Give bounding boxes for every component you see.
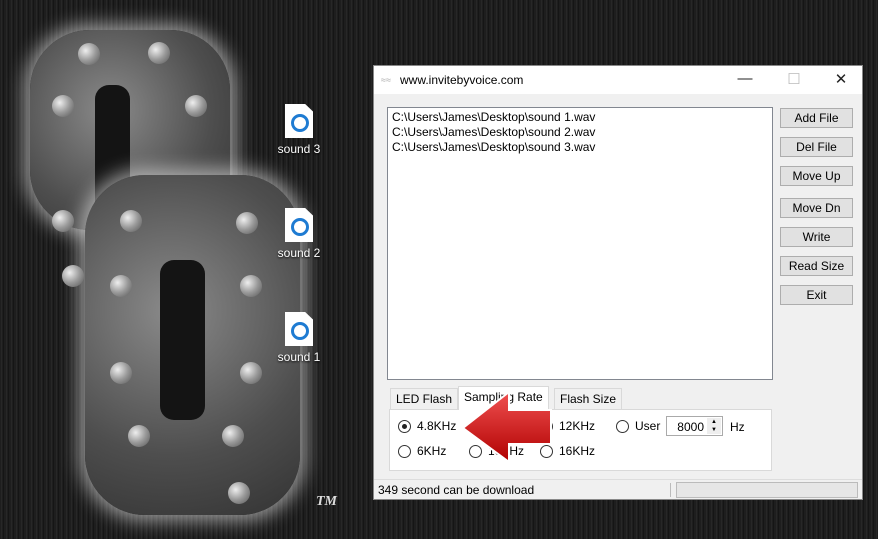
radio-6khz[interactable]: 6KHz bbox=[398, 444, 446, 458]
del-file-button[interactable]: Del File bbox=[780, 137, 853, 157]
write-button[interactable]: Write bbox=[780, 227, 853, 247]
user-rate-stepper[interactable]: 8000 ▲ ▼ bbox=[666, 416, 723, 436]
title-bar: ≈≈ www.invitebyvoice.com — ☐ ✕ bbox=[374, 66, 862, 94]
radio-label: 4.8KHz bbox=[417, 419, 457, 433]
desktop-icon-sound-2[interactable]: sound 2 bbox=[264, 208, 334, 260]
maximize-button[interactable]: ☐ bbox=[779, 70, 809, 88]
desktop-icon-sound-1[interactable]: sound 1 bbox=[264, 312, 334, 364]
stepper-value: 8000 bbox=[677, 420, 704, 434]
progress-bar bbox=[676, 482, 858, 498]
trademark: TM bbox=[316, 494, 337, 509]
icon-label: sound 1 bbox=[277, 350, 321, 364]
sampling-rate-panel: 4.8KHz 12KHz User 8000▲▼ Hz 6KHz 10KHz 1… bbox=[389, 409, 772, 471]
add-file-button[interactable]: Add File bbox=[780, 108, 853, 128]
radio-label: 6KHz bbox=[417, 444, 447, 458]
unit-label: Hz bbox=[730, 420, 745, 434]
close-button[interactable]: ✕ bbox=[826, 70, 856, 88]
spin-arrows[interactable]: ▲ ▼ bbox=[707, 418, 721, 434]
move-up-button[interactable]: Move Up bbox=[780, 166, 853, 186]
list-item[interactable]: C:\Users\James\Desktop\sound 2.wav bbox=[392, 125, 768, 140]
radio-label: User bbox=[635, 419, 661, 433]
read-size-button[interactable]: Read Size bbox=[780, 256, 853, 276]
minimize-button[interactable]: — bbox=[730, 70, 760, 87]
icon-label: sound 3 bbox=[277, 142, 321, 156]
list-item[interactable]: C:\Users\James\Desktop\sound 1.wav bbox=[392, 110, 768, 125]
desktop-icon-sound-3[interactable]: sound 3 bbox=[264, 104, 334, 156]
audio-file-icon bbox=[285, 104, 313, 138]
app-icon: ≈≈ bbox=[381, 75, 391, 85]
radio-user[interactable]: User bbox=[616, 419, 660, 433]
audio-file-icon bbox=[285, 208, 313, 242]
status-bar: 349 second can be download bbox=[374, 479, 862, 500]
window-title: www.invitebyvoice.com bbox=[400, 73, 524, 87]
audio-file-icon bbox=[285, 312, 313, 346]
radio-4-8khz[interactable]: 4.8KHz bbox=[398, 419, 456, 433]
red-arrow-icon bbox=[461, 390, 552, 462]
tab-led-flash[interactable]: LED Flash bbox=[390, 388, 459, 409]
status-text: 349 second can be download bbox=[378, 483, 535, 497]
app-window: ≈≈ www.invitebyvoice.com — ☐ ✕ C:\Users\… bbox=[373, 65, 863, 500]
move-down-button[interactable]: Move Dn bbox=[780, 198, 853, 218]
file-list[interactable]: C:\Users\James\Desktop\sound 1.wav C:\Us… bbox=[387, 107, 773, 380]
list-item[interactable]: C:\Users\James\Desktop\sound 3.wav bbox=[392, 140, 768, 155]
exit-button[interactable]: Exit bbox=[780, 285, 853, 305]
icon-label: sound 2 bbox=[277, 246, 321, 260]
